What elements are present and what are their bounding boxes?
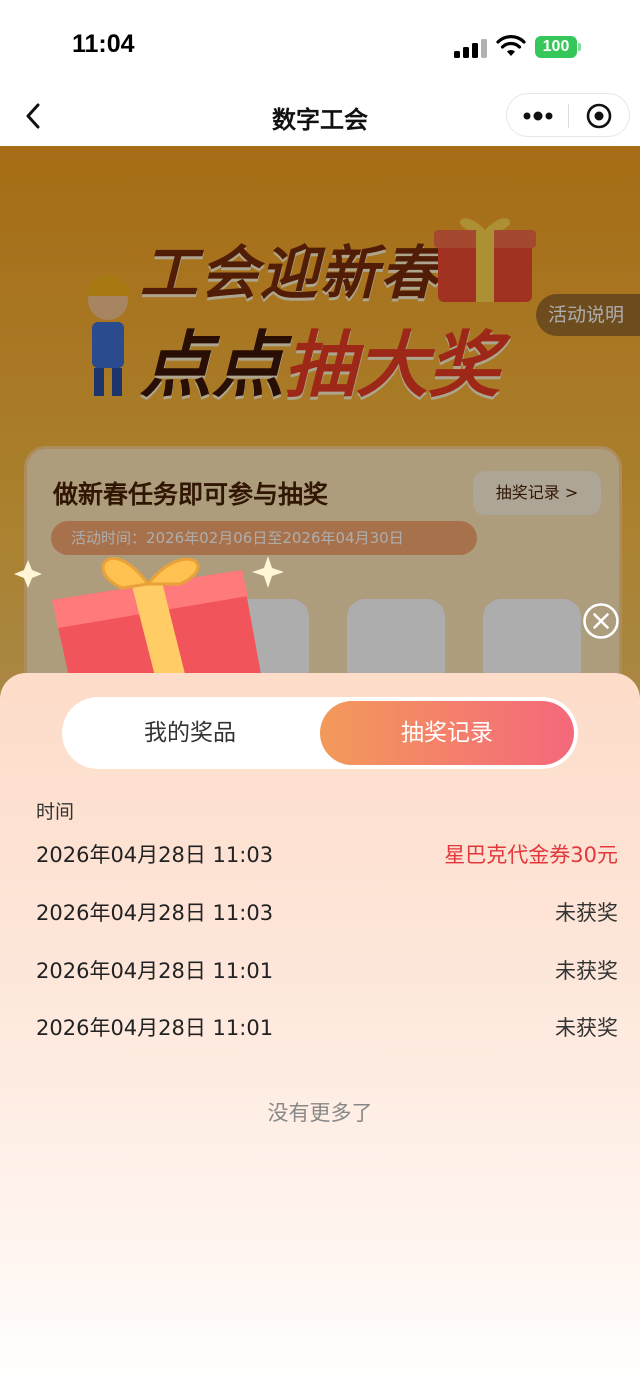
record-row: 2026年04月28日 11:03 星巴克代金券30元	[36, 839, 618, 879]
record-time: 2026年04月28日 11:03	[36, 901, 274, 925]
mini-program-capsule	[506, 93, 630, 137]
draw-record-sheet: 我的奖品 抽奖记录 时间 2026年04月28日 11:03 星巴克代金券30元…	[0, 673, 640, 1390]
battery-level: 100	[535, 36, 577, 58]
record-time: 2026年04月28日 11:01	[36, 959, 274, 983]
mini-program-close-icon[interactable]	[585, 102, 613, 130]
time-column-header: 时间	[36, 801, 75, 823]
record-result: 未获奖	[555, 1016, 618, 1040]
capsule-divider	[568, 104, 569, 128]
record-time: 2026年04月28日 11:01	[36, 1016, 274, 1040]
record-time: 2026年04月28日 11:03	[36, 843, 274, 867]
status-bar: 11:04 100	[0, 0, 640, 88]
more-icon[interactable]	[521, 102, 555, 130]
tab-switch: 我的奖品 抽奖记录	[62, 697, 578, 769]
battery-icon: 100	[535, 36, 581, 58]
wifi-icon	[496, 35, 526, 56]
no-more-text: 没有更多了	[267, 1101, 373, 1125]
record-row: 2026年04月28日 11:01 未获奖	[36, 1012, 618, 1052]
signal-icon	[454, 38, 488, 58]
record-result: 星巴克代金券30元	[444, 843, 618, 867]
nav-bar: 数字工会	[0, 88, 640, 146]
gift-decoration-icon	[14, 556, 284, 690]
status-time: 11:04	[72, 30, 135, 58]
close-modal-icon[interactable]	[582, 602, 620, 640]
record-row: 2026年04月28日 11:01 未获奖	[36, 955, 618, 995]
record-result: 未获奖	[555, 901, 618, 925]
record-row: 2026年04月28日 11:03 未获奖	[36, 897, 618, 937]
tab-my-prizes[interactable]: 我的奖品	[62, 697, 318, 769]
tab-draw-records[interactable]: 抽奖记录	[320, 701, 574, 765]
record-result: 未获奖	[555, 959, 618, 983]
